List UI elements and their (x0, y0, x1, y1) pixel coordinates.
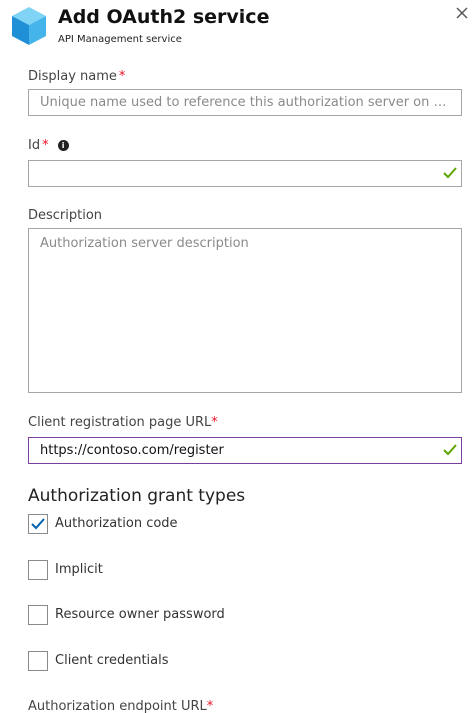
id-label: Id * i (28, 138, 69, 153)
checkbox-label: Resource owner password (55, 607, 225, 622)
blade-subtitle: API Management service (58, 34, 182, 45)
description-label: Description (28, 208, 103, 223)
blade-title: Add OAuth2 service (58, 6, 270, 28)
info-icon[interactable]: i (57, 140, 69, 151)
display-name-label: Display name * (28, 69, 126, 84)
valid-check-icon (443, 444, 457, 456)
required-mark: * (206, 699, 214, 713)
id-field[interactable] (28, 160, 462, 187)
client-registration-url-value: https://contoso.com/register (40, 443, 224, 458)
checkbox[interactable] (28, 651, 48, 671)
close-icon[interactable] (454, 5, 470, 21)
blade-header: Add OAuth2 service API Management servic… (0, 0, 473, 54)
client-registration-url-field[interactable]: https://contoso.com/register (28, 437, 462, 464)
checkbox-label: Implicit (55, 562, 103, 577)
required-mark: * (42, 138, 49, 153)
checkbox[interactable] (28, 514, 48, 534)
checkbox-label: Authorization code (55, 516, 178, 531)
description-placeholder: Authorization server description (40, 236, 249, 251)
required-mark: * (118, 69, 126, 84)
display-name-field[interactable]: Unique name used to reference this autho… (28, 89, 462, 116)
checkbox-label: Client credentials (55, 653, 169, 668)
required-mark: * (211, 415, 218, 430)
description-textarea[interactable]: Authorization server description (28, 228, 462, 393)
client-registration-url-label: Client registration page URL* (28, 415, 218, 430)
checkbox[interactable] (28, 605, 48, 625)
grant-types-title: Authorization grant types (28, 486, 246, 506)
valid-check-icon (443, 167, 457, 179)
cube-icon (12, 7, 46, 45)
checkmark-icon (31, 518, 45, 530)
checkbox[interactable] (28, 560, 48, 580)
display-name-placeholder: Unique name used to reference this autho… (40, 95, 450, 110)
authorization-endpoint-label: Authorization endpoint URL* (28, 699, 214, 713)
